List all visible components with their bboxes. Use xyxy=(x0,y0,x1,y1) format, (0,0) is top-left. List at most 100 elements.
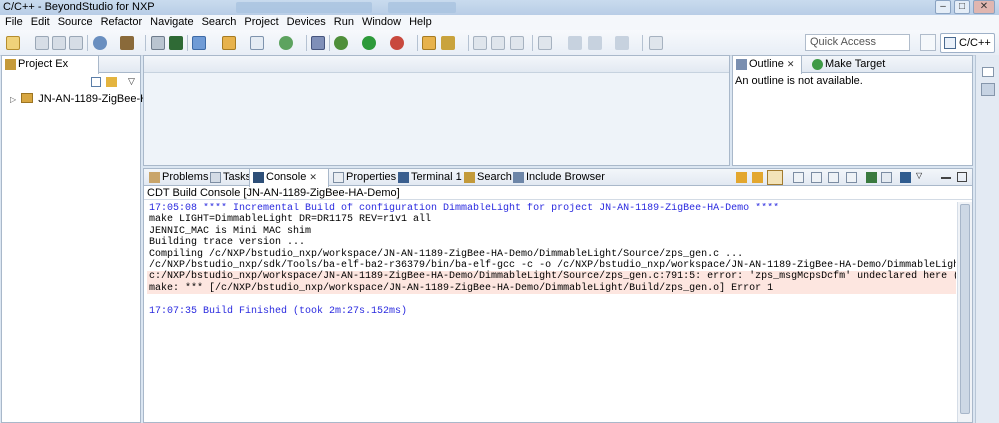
make-target-icon xyxy=(812,59,823,70)
view-menu-chevron-icon[interactable]: ▽ xyxy=(128,76,135,87)
terminal-icon xyxy=(398,172,409,183)
next-annotation-icon[interactable] xyxy=(538,36,552,50)
blurred-tab xyxy=(236,2,372,13)
scroll-up-icon[interactable] xyxy=(752,172,763,183)
print-icon[interactable] xyxy=(69,36,83,50)
scroll-down-icon[interactable] xyxy=(736,172,747,183)
refresh-icon[interactable] xyxy=(279,36,293,50)
new-file-icon[interactable] xyxy=(250,36,264,50)
device-icon[interactable] xyxy=(151,36,165,50)
new-icon[interactable] xyxy=(6,36,20,50)
copy-build-log-icon[interactable] xyxy=(828,172,839,183)
tab-search[interactable]: Search xyxy=(461,169,515,186)
perspective-icon xyxy=(944,37,956,49)
link-editor-icon[interactable] xyxy=(106,77,117,87)
show-on-output-icon[interactable] xyxy=(793,172,804,183)
menu-edit[interactable]: Edit xyxy=(26,15,53,28)
show-whitespace-icon[interactable] xyxy=(510,36,524,50)
tab-project-explorer[interactable]: Project Ex xyxy=(1,56,99,74)
tree-item[interactable]: ▷ JN-AN-1189-ZigBee-HA- xyxy=(10,93,159,105)
perspective-label: C/C++ xyxy=(959,37,991,49)
tab-label: Console xyxy=(266,171,307,183)
minimize-view-icon[interactable] xyxy=(941,177,951,179)
new-project-icon[interactable] xyxy=(192,36,206,50)
build-hammer-icon[interactable] xyxy=(120,36,134,50)
menu-project[interactable]: Project xyxy=(239,15,281,28)
menu-source[interactable]: Source xyxy=(53,15,96,28)
tab-make-target[interactable]: Make Target xyxy=(809,56,888,73)
save-all-icon[interactable] xyxy=(52,36,66,50)
menu-bar: File Edit Source Refactor Navigate Search Proj… xyxy=(0,15,999,30)
menu-search[interactable]: Search xyxy=(197,15,240,28)
menu-devices[interactable]: Devices xyxy=(282,15,329,28)
minimize-button[interactable]: – xyxy=(935,0,951,14)
save-icon[interactable] xyxy=(35,36,49,50)
collapse-all-icon[interactable] xyxy=(91,77,101,87)
chip-icon[interactable] xyxy=(169,36,183,50)
tab-include-browser[interactable]: Include Browser xyxy=(510,169,608,186)
menu-run[interactable]: Run xyxy=(329,15,357,28)
perspective-button[interactable]: C/C++ xyxy=(940,33,995,53)
pin-editor-icon[interactable] xyxy=(649,36,663,50)
back-icon[interactable] xyxy=(588,36,602,50)
maximize-view-icon[interactable] xyxy=(957,172,967,182)
restore-icon[interactable] xyxy=(982,67,994,77)
tree-expand-icon[interactable]: ▷ xyxy=(10,95,16,104)
close-icon[interactable]: ✕ xyxy=(787,59,795,69)
open-console-icon[interactable] xyxy=(866,172,877,183)
right-trim-bar xyxy=(975,55,999,423)
tab-label: Search xyxy=(477,171,512,183)
menu-window[interactable]: Window xyxy=(357,15,404,28)
toolbar-separator xyxy=(87,35,88,51)
tab-properties[interactable]: Properties xyxy=(330,169,399,186)
open-type-icon[interactable] xyxy=(422,36,436,50)
tab-label: Make Target xyxy=(825,58,886,70)
outline-tabstrip: Outline ✕ Make Target xyxy=(732,56,972,74)
quick-access-input[interactable]: Quick Access xyxy=(805,34,910,51)
scrollbar-thumb[interactable] xyxy=(960,204,970,414)
clear-console-icon[interactable] xyxy=(811,172,822,183)
tab-label: Outline xyxy=(749,58,784,70)
run-icon[interactable] xyxy=(362,36,376,50)
console-scrollbar[interactable] xyxy=(957,202,972,422)
open-folder-icon[interactable] xyxy=(222,36,236,50)
display-console-icon[interactable] xyxy=(881,172,892,183)
console-output[interactable]: 17:05:08 **** Incremental Build of confi… xyxy=(147,203,956,317)
scroll-lock-icon[interactable] xyxy=(767,170,783,185)
menu-help[interactable]: Help xyxy=(404,15,435,28)
close-window-button[interactable]: ✕ xyxy=(973,0,995,14)
search-pen-icon[interactable] xyxy=(441,36,455,50)
block-selection-icon[interactable] xyxy=(491,36,505,50)
open-perspective-icon[interactable] xyxy=(920,34,936,51)
toolbar-separator xyxy=(417,35,418,51)
settings-icon[interactable] xyxy=(93,36,107,50)
tab-tasks[interactable]: Tasks xyxy=(207,169,254,186)
console-line: Compiling /c/NXP/bstudio_nxp/workspace/J… xyxy=(149,248,744,260)
menu-navigate[interactable]: Navigate xyxy=(145,15,196,28)
toggle-mark-icon[interactable] xyxy=(473,36,487,50)
tasks-icon xyxy=(210,172,221,183)
maximize-button[interactable]: □ xyxy=(954,0,970,14)
tab-problems[interactable]: Problems xyxy=(146,169,211,186)
tab-outline[interactable]: Outline ✕ xyxy=(732,56,802,74)
forward-icon[interactable] xyxy=(615,36,629,50)
new-console-icon[interactable] xyxy=(900,172,911,183)
view-menu-chevron-icon[interactable]: ▽ xyxy=(916,171,922,180)
toolbar-separator xyxy=(145,35,146,51)
console-error-line: c:/NXP/bstudio_nxp/workspace/JN-AN-1189-… xyxy=(147,271,956,283)
debug-icon[interactable] xyxy=(334,36,348,50)
last-edit-icon[interactable] xyxy=(568,36,582,50)
project-folder-icon xyxy=(21,93,34,103)
title-bar: C/C++ - BeyondStudio for NXP – □ ✕ xyxy=(0,0,999,15)
menu-refactor[interactable]: Refactor xyxy=(96,15,146,28)
menu-file[interactable]: File xyxy=(0,15,26,28)
tab-terminal[interactable]: Terminal 1 xyxy=(395,169,465,186)
external-tools-icon[interactable] xyxy=(390,36,404,50)
skip-breakpoints-icon[interactable] xyxy=(311,36,325,50)
tab-console[interactable]: Console ✕ xyxy=(249,169,329,187)
pin-console-icon[interactable] xyxy=(846,172,857,183)
outline-minimized-icon[interactable] xyxy=(981,83,995,96)
close-icon[interactable]: ✕ xyxy=(309,172,317,182)
toolbar-separator xyxy=(187,35,188,51)
